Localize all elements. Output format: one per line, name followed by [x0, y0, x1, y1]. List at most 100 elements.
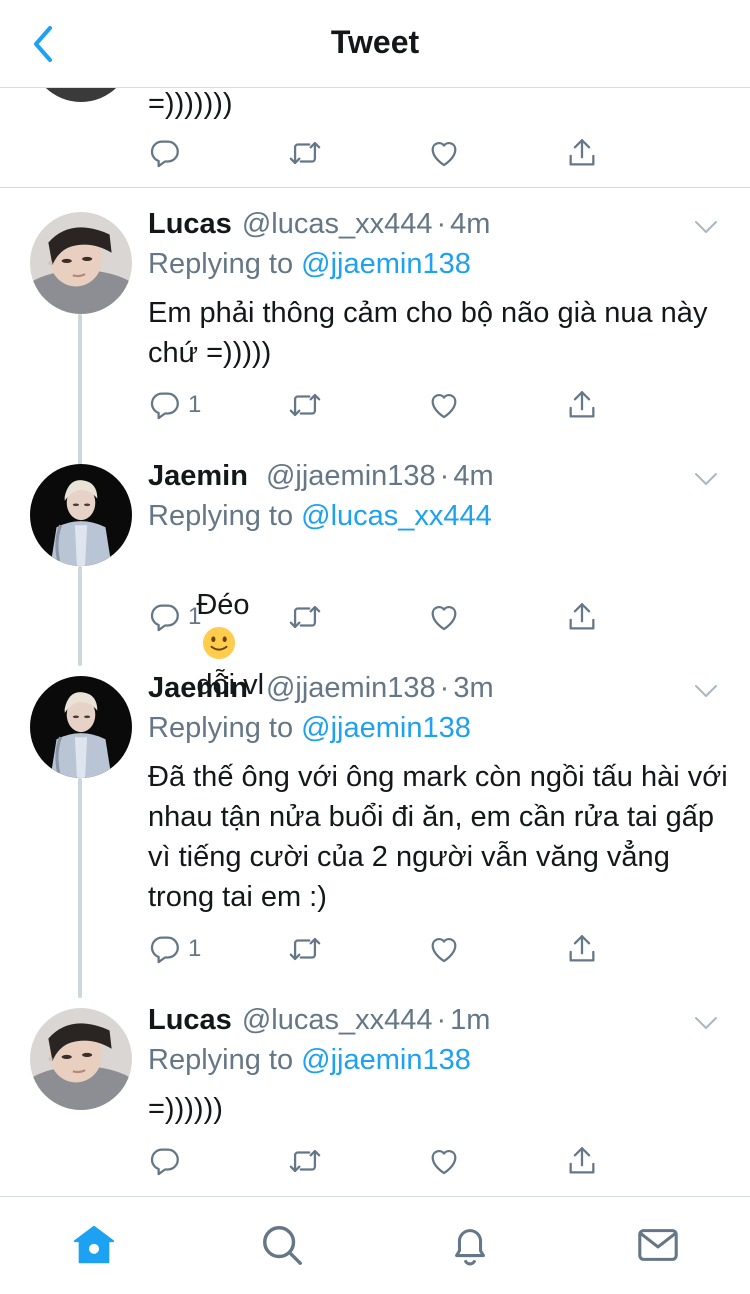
tweet-actions — [148, 1136, 628, 1186]
avatar[interactable] — [30, 676, 132, 778]
share-button[interactable] — [565, 1136, 599, 1186]
avatar[interactable] — [30, 1008, 132, 1110]
display-name[interactable]: Lucas — [148, 208, 232, 241]
tweet[interactable]: Lucas @lucas_xx444 · 1m Replying to @jja… — [0, 984, 750, 1196]
separator-dot: · — [439, 672, 450, 704]
avatar[interactable] — [30, 212, 132, 314]
tab-home[interactable] — [66, 1217, 122, 1273]
replying-to-label: Replying to — [148, 500, 294, 532]
display-name[interactable]: Lucas — [148, 1004, 232, 1037]
retweet-icon — [288, 136, 322, 170]
replying-to-label: Replying to — [148, 1044, 294, 1076]
display-name[interactable]: Jaemin — [148, 460, 248, 493]
navigation-header: Tweet — [0, 0, 750, 88]
tweet-text: Em phải thông cảm cho bộ não già nua này… — [148, 297, 716, 369]
reply-icon — [148, 136, 182, 170]
separator-dot: · — [436, 208, 447, 240]
user-handle[interactable]: @jjaemin138 — [266, 460, 436, 493]
chevron-down-icon — [694, 684, 718, 698]
retweet-button[interactable] — [288, 380, 322, 430]
search-icon — [263, 1226, 302, 1265]
bell-icon — [455, 1229, 485, 1266]
replying-to: Replying to @jjaemin138 — [148, 248, 471, 281]
tweet-actions — [148, 128, 628, 178]
tweet-actions: 1 — [148, 380, 628, 430]
tweet-actions: 1 — [148, 592, 628, 642]
user-handle[interactable]: @lucas_xx444 — [242, 1004, 433, 1037]
tweet[interactable]: Jaemin @jjaemin138 · 3m Replying to @jja… — [0, 652, 750, 984]
replying-to: Replying to @jjaemin138 — [148, 1044, 471, 1077]
tweet-menu-button[interactable] — [688, 1008, 724, 1038]
tab-messages[interactable] — [630, 1217, 686, 1273]
reply-button[interactable]: 1 — [148, 380, 201, 430]
reply-count: 1 — [188, 603, 202, 630]
avatar[interactable] — [30, 464, 132, 566]
like-button[interactable] — [427, 128, 461, 178]
user-handle[interactable]: @lucas_xx444 — [242, 208, 433, 241]
reply-icon — [148, 388, 182, 422]
reply-button[interactable]: 1 — [148, 924, 201, 974]
home-icon — [73, 1225, 115, 1264]
envelope-icon — [638, 1229, 678, 1261]
avatar[interactable] — [30, 88, 132, 102]
conversation-feed[interactable]: =))))))) Lucas @lucas_xx444 · 4m Replyin… — [0, 88, 750, 1196]
share-button[interactable] — [565, 592, 599, 642]
like-button[interactable] — [427, 592, 461, 642]
tweet-text: =)))))) — [148, 1093, 223, 1125]
mention-link[interactable]: @jjaemin138 — [301, 712, 471, 744]
tweet[interactable]: Jaemin @jjaemin138 · 4m Replying to @luc… — [0, 440, 750, 701]
retweet-icon — [288, 932, 322, 966]
share-icon — [565, 136, 599, 170]
tweet-menu-button[interactable] — [688, 464, 724, 494]
tweet-menu-button[interactable] — [688, 212, 724, 242]
share-button[interactable] — [565, 924, 599, 974]
heart-icon — [427, 932, 461, 966]
display-name[interactable]: Jaemin — [148, 672, 248, 705]
like-button[interactable] — [427, 380, 461, 430]
tweet[interactable]: Lucas @lucas_xx444 · 4m Replying to @jja… — [0, 188, 750, 438]
mention-link[interactable]: @jjaemin138 — [301, 248, 471, 280]
replying-to: Replying to @jjaemin138 — [148, 712, 471, 745]
retweet-button[interactable] — [288, 592, 322, 642]
reply-button[interactable]: 1 — [148, 592, 201, 642]
heart-icon — [427, 600, 461, 634]
timestamp: 4m — [453, 460, 494, 492]
tab-search[interactable] — [254, 1217, 310, 1273]
tab-notifications[interactable] — [442, 1217, 498, 1273]
tweet-menu-button[interactable] — [688, 676, 724, 706]
tweet-text: Đã thế ông với ông mark còn ngồi tấu hài… — [148, 761, 736, 913]
like-button[interactable] — [427, 1136, 461, 1186]
share-icon — [565, 388, 599, 422]
tweet-partial-top[interactable]: =))))))) — [0, 88, 750, 187]
reply-button[interactable] — [148, 128, 182, 178]
mention-link[interactable]: @lucas_xx444 — [301, 500, 492, 532]
reply-button[interactable] — [148, 1136, 182, 1186]
share-button[interactable] — [565, 128, 599, 178]
tweet-header: Jaemin @jjaemin138 · 3m — [148, 672, 690, 712]
share-icon — [565, 932, 599, 966]
heart-icon — [427, 136, 461, 170]
retweet-button[interactable] — [288, 924, 322, 974]
chevron-down-icon — [694, 220, 718, 234]
share-button[interactable] — [565, 380, 599, 430]
tweet-actions: 1 — [148, 924, 628, 974]
reply-count: 1 — [188, 935, 202, 962]
separator-dot: · — [436, 1004, 447, 1036]
tweet-text: =))))))) — [148, 88, 233, 120]
tweet-header: Jaemin @jjaemin138 · 4m — [148, 460, 690, 500]
heart-icon — [427, 1144, 461, 1178]
tweet-header: Lucas @lucas_xx444 · 4m — [148, 208, 690, 248]
reply-icon — [148, 932, 182, 966]
chevron-down-icon — [694, 1016, 718, 1030]
separator-dot: · — [439, 460, 450, 492]
like-button[interactable] — [427, 924, 461, 974]
retweet-button[interactable] — [288, 128, 322, 178]
replying-to-label: Replying to — [148, 248, 294, 280]
retweet-button[interactable] — [288, 1136, 322, 1186]
share-icon — [565, 600, 599, 634]
heart-icon — [427, 388, 461, 422]
timestamp: 1m — [450, 1004, 491, 1036]
retweet-icon — [288, 1144, 322, 1178]
user-handle[interactable]: @jjaemin138 — [266, 672, 436, 705]
mention-link[interactable]: @jjaemin138 — [301, 1044, 471, 1076]
